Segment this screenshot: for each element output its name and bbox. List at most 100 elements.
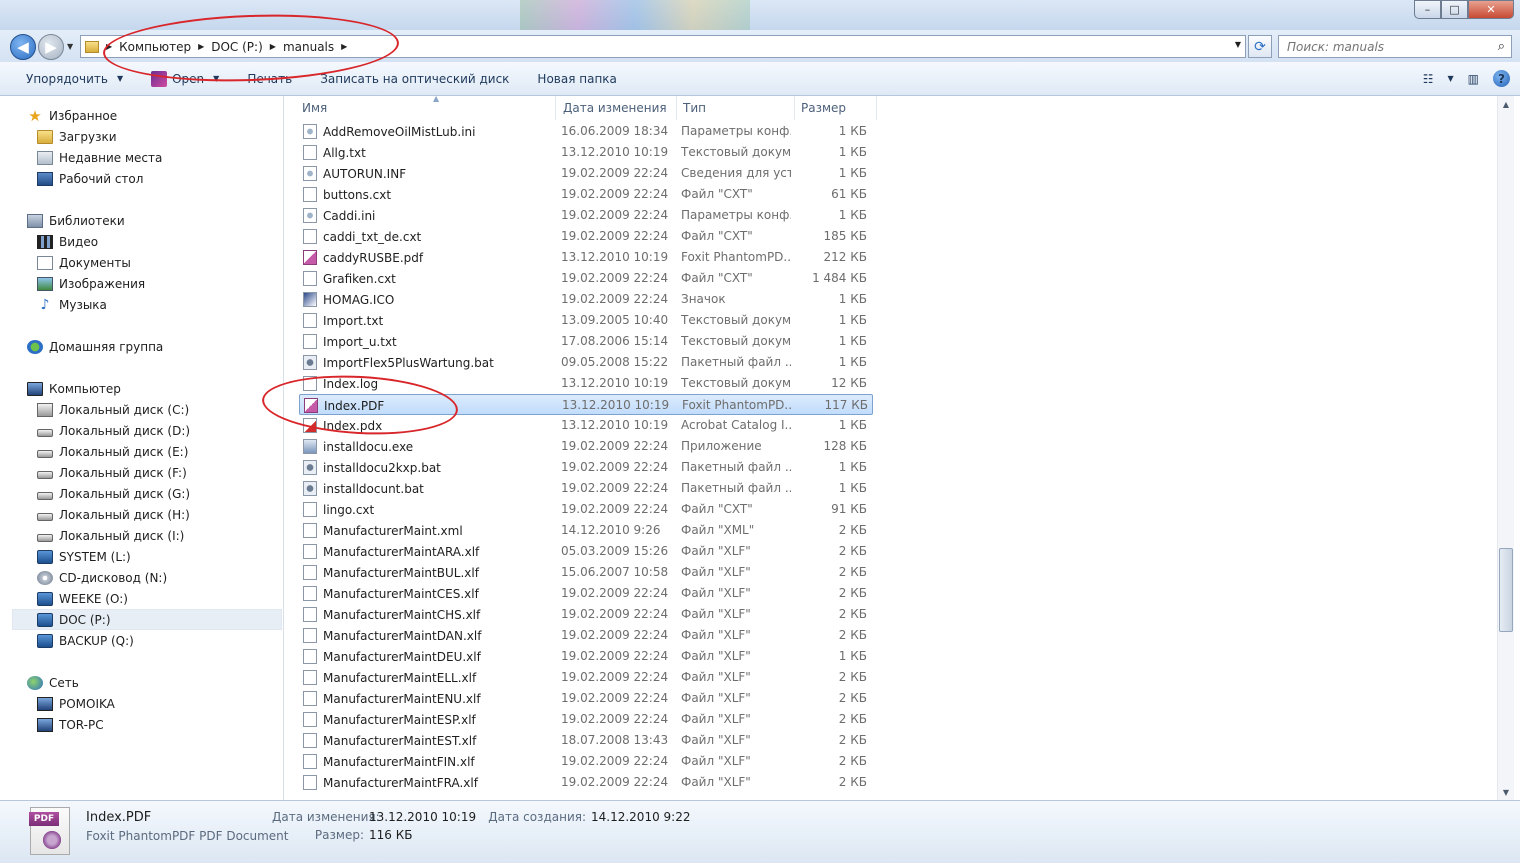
file-row[interactable]: Index.log 13.12.2010 10:19 Текстовый докум… bbox=[299, 373, 873, 394]
sidebar-item-tor-pc[interactable]: TOR-PC bbox=[37, 714, 104, 735]
sidebar-item-drive-g[interactable]: Локальный диск (G:) bbox=[37, 483, 190, 504]
file-row[interactable]: ManufacturerMaintFRA.xlf 19.02.2009 22:24… bbox=[299, 772, 873, 793]
file-row[interactable]: ManufacturerMaintENU.xlf 19.02.2009 22:24… bbox=[299, 688, 873, 709]
organize-button[interactable]: Упорядочить ▼ bbox=[0, 62, 137, 96]
arrow-left-icon: ◀ bbox=[17, 38, 29, 56]
refresh-button[interactable]: ⟳ bbox=[1248, 35, 1272, 58]
file-row[interactable]: installdocu.exe 19.02.2009 22:24 Приложени… bbox=[299, 436, 873, 457]
open-button[interactable]: Open ▼ bbox=[137, 62, 233, 96]
sidebar-item-music[interactable]: ♪ Музыка bbox=[37, 294, 107, 315]
scroll-up-arrow-icon[interactable]: ▲ bbox=[1498, 96, 1514, 112]
search-box[interactable]: ⌕ bbox=[1278, 35, 1512, 58]
file-row[interactable]: ManufacturerMaintCES.xlf 19.02.2009 22:24… bbox=[299, 583, 873, 604]
close-button[interactable]: ✕ bbox=[1468, 0, 1514, 19]
scroll-down-arrow-icon[interactable]: ▼ bbox=[1498, 784, 1514, 800]
file-row[interactable]: ManufacturerMaintARA.xlf 05.03.2009 15:26… bbox=[299, 541, 873, 562]
column-header-name[interactable]: Имя ▲ bbox=[296, 96, 556, 120]
sidebar-item-drive-o[interactable]: WEEKE (O:) bbox=[37, 588, 128, 609]
file-row[interactable]: Index.PDF 13.12.2010 10:19 Foxit PhantomPD… bbox=[299, 394, 873, 415]
file-row[interactable]: ManufacturerMaintEST.xlf 18.07.2008 13:43… bbox=[299, 730, 873, 751]
minimize-button[interactable]: – bbox=[1414, 0, 1441, 19]
file-row[interactable]: ManufacturerMaint.xml 14.12.2010 9:26 Файл… bbox=[299, 520, 873, 541]
sidebar-item-drive-e[interactable]: Локальный диск (E:) bbox=[37, 441, 188, 462]
file-row[interactable]: ManufacturerMaintBUL.xlf 15.06.2007 10:58… bbox=[299, 562, 873, 583]
chevron-right-icon[interactable]: ▶ bbox=[103, 42, 115, 51]
file-row[interactable]: ManufacturerMaintDAN.xlf 19.02.2009 22:24… bbox=[299, 625, 873, 646]
sidebar-item-drive-h[interactable]: Локальный диск (H:) bbox=[37, 504, 190, 525]
burn-button[interactable]: Записать на оптический диск bbox=[306, 62, 523, 96]
sidebar-item-drive-l[interactable]: SYSTEM (L:) bbox=[37, 546, 131, 567]
address-bar[interactable]: ▶ Компьютер ▶ DOC (P:) ▶ manuals ▶ ▼ bbox=[80, 35, 1246, 58]
column-header-size[interactable]: Размер bbox=[795, 96, 877, 120]
column-header-date[interactable]: Дата изменения bbox=[557, 96, 677, 120]
file-row[interactable]: AddRemoveOilMistLub.ini 16.06.2009 18:34 П… bbox=[299, 121, 873, 142]
file-date-cell: 19.02.2009 22:24 bbox=[561, 460, 669, 474]
breadcrumb-manuals[interactable]: manuals bbox=[279, 40, 338, 54]
chevron-right-icon[interactable]: ▶ bbox=[195, 42, 207, 51]
sidebar-item-drive-n[interactable]: CD-дисковод (N:) bbox=[37, 567, 167, 588]
file-row[interactable]: HOMAG.ICO 19.02.2009 22:24 Значок 1 КБ bbox=[299, 289, 873, 310]
file-row[interactable]: buttons.cxt 19.02.2009 22:24 Файл "CXT" 61 … bbox=[299, 184, 873, 205]
sidebar-network[interactable]: Сеть bbox=[27, 672, 79, 693]
forward-button[interactable]: ▶ bbox=[38, 34, 64, 60]
sidebar-homegroup[interactable]: Домашняя группа bbox=[27, 336, 163, 357]
file-row[interactable]: Allg.txt 13.12.2010 10:19 Текстовый докум.… bbox=[299, 142, 873, 163]
breadcrumb-computer[interactable]: Компьютер bbox=[115, 40, 195, 54]
sidebar-item-drive-p[interactable]: DOC (P:) bbox=[12, 609, 282, 630]
sidebar-label: Избранное bbox=[49, 108, 118, 123]
sidebar-item-video[interactable]: Видео bbox=[37, 231, 98, 252]
search-input[interactable] bbox=[1279, 36, 1479, 57]
sidebar-item-drive-f[interactable]: Локальный диск (F:) bbox=[37, 462, 187, 483]
file-row[interactable]: Import_u.txt 17.08.2006 15:14 Текстовый до… bbox=[299, 331, 873, 352]
help-icon[interactable]: ? bbox=[1493, 70, 1510, 87]
file-row[interactable]: caddi_txt_de.cxt 19.02.2009 22:24 Файл "CX… bbox=[299, 226, 873, 247]
column-header-type[interactable]: Тип bbox=[677, 96, 795, 120]
maximize-button[interactable]: □ bbox=[1441, 0, 1468, 19]
sidebar-libraries[interactable]: Библиотеки bbox=[27, 210, 125, 231]
file-row[interactable]: Index.pdx 13.12.2010 10:19 Acrobat Catalog… bbox=[299, 415, 873, 436]
sidebar-item-downloads[interactable]: Загрузки bbox=[37, 126, 117, 147]
file-row[interactable]: ImportFlex5PlusWartung.bat 09.05.2008 15:… bbox=[299, 352, 873, 373]
chevron-right-icon[interactable]: ▶ bbox=[338, 42, 350, 51]
chevron-down-icon[interactable]: ▼ bbox=[1448, 74, 1454, 83]
sidebar-item-images[interactable]: Изображения bbox=[37, 273, 145, 294]
sidebar-computer[interactable]: Компьютер bbox=[27, 378, 121, 399]
sidebar-item-drive-d[interactable]: Локальный диск (D:) bbox=[37, 420, 190, 441]
view-options-icon[interactable]: ☷ bbox=[1423, 72, 1434, 86]
file-row[interactable]: installdocunt.bat 19.02.2009 22:24 Пакетны… bbox=[299, 478, 873, 499]
search-icon[interactable]: ⌕ bbox=[1498, 39, 1505, 54]
sidebar-item-drive-q[interactable]: BACKUP (Q:) bbox=[37, 630, 134, 651]
address-history-dropdown[interactable]: ▼ bbox=[1235, 40, 1241, 49]
sidebar-item-documents[interactable]: Документы bbox=[37, 252, 131, 273]
sidebar-item-desktop[interactable]: Рабочий стол bbox=[37, 168, 143, 189]
scrollbar-thumb[interactable] bbox=[1499, 548, 1513, 632]
file-row[interactable]: ManufacturerMaintDEU.xlf 19.02.2009 22:24… bbox=[299, 646, 873, 667]
file-row[interactable]: Grafiken.cxt 19.02.2009 22:24 Файл "CXT" 1 … bbox=[299, 268, 873, 289]
sidebar-item-drive-i[interactable]: Локальный диск (I:) bbox=[37, 525, 184, 546]
file-row[interactable]: installdocu2kxp.bat 19.02.2009 22:24 Пакет… bbox=[299, 457, 873, 478]
file-row[interactable]: AUTORUN.INF 19.02.2009 22:24 Сведения для … bbox=[299, 163, 873, 184]
print-button[interactable]: Печать bbox=[233, 62, 306, 96]
file-row[interactable]: ManufacturerMaintELL.xlf 19.02.2009 22:24… bbox=[299, 667, 873, 688]
sidebar-label: SYSTEM (L:) bbox=[59, 549, 131, 564]
sidebar-item-pomoika[interactable]: POMOIKA bbox=[37, 693, 115, 714]
sidebar-favorites[interactable]: ★ Избранное bbox=[27, 105, 117, 126]
preview-pane-icon[interactable]: ▥ bbox=[1468, 72, 1479, 86]
sidebar-item-drive-c[interactable]: Локальный диск (C:) bbox=[37, 399, 189, 420]
file-row[interactable]: ManufacturerMaintCHS.xlf 19.02.2009 22:24… bbox=[299, 604, 873, 625]
file-type-cell: Файл "XLF" bbox=[681, 691, 751, 705]
file-row[interactable]: caddyRUSBE.pdf 13.12.2010 10:19 Foxit Phan… bbox=[299, 247, 873, 268]
file-row[interactable]: ManufacturerMaintFIN.xlf 19.02.2009 22:24… bbox=[299, 751, 873, 772]
vertical-scrollbar[interactable]: ▲ ▼ bbox=[1497, 96, 1514, 800]
chevron-right-icon[interactable]: ▶ bbox=[267, 42, 279, 51]
file-row[interactable]: Caddi.ini 19.02.2009 22:24 Параметры конф.… bbox=[299, 205, 873, 226]
sidebar-item-recent-places[interactable]: Недавние места bbox=[37, 147, 162, 168]
file-row[interactable]: lingo.cxt 19.02.2009 22:24 Файл "CXT" 91 КБ bbox=[299, 499, 873, 520]
file-row[interactable]: ManufacturerMaintESP.xlf 19.02.2009 22:24… bbox=[299, 709, 873, 730]
back-button[interactable]: ◀ bbox=[10, 34, 36, 60]
new-folder-button[interactable]: Новая папка bbox=[523, 62, 630, 96]
recent-pages-dropdown[interactable]: ▼ bbox=[67, 42, 73, 51]
breadcrumb-doc-drive[interactable]: DOC (P:) bbox=[207, 40, 267, 54]
file-row[interactable]: Import.txt 13.09.2005 10:40 Текстовый доку… bbox=[299, 310, 873, 331]
hard-drive-icon bbox=[37, 449, 53, 458]
